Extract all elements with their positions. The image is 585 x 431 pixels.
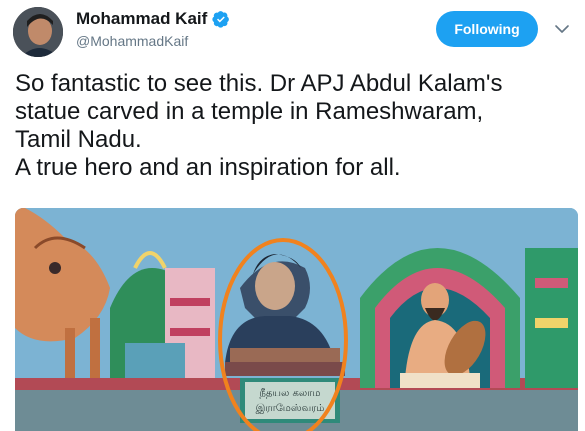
author-display-name[interactable]: Mohammad Kaif: [76, 9, 207, 29]
tweet-text: So fantastic to see this. Dr APJ Abdul K…: [15, 70, 503, 181]
author-name-row[interactable]: Mohammad Kaif: [76, 9, 230, 29]
following-button[interactable]: Following: [436, 11, 538, 47]
temple-statue-photo: நீதயல கலாம இராமேஸ்வரம்: [15, 208, 578, 431]
avatar-image: [13, 7, 63, 57]
plaque-line-1: நீதயல கலாம: [260, 388, 321, 399]
avatar[interactable]: [13, 7, 63, 57]
tweet-media-image[interactable]: நீதயல கலாம இராமேஸ்வரம்: [15, 208, 578, 431]
plaque-line-2: இராமேஸ்வரம்: [256, 403, 325, 414]
chevron-down-icon[interactable]: [553, 20, 571, 38]
author-handle[interactable]: @MohammadKaif: [76, 33, 188, 49]
verified-badge-icon: [212, 11, 230, 28]
